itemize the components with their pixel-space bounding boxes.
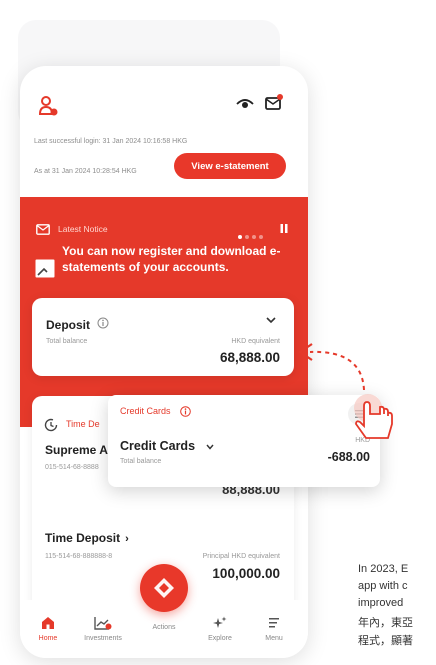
carousel-dot[interactable] (252, 235, 256, 239)
chevron-down-icon[interactable] (266, 316, 276, 324)
principal-label: Principal HKD equivalent (202, 553, 280, 560)
nav-label: Actions (152, 624, 176, 631)
carousel-dot[interactable] (238, 235, 242, 239)
side-text-line-zh: 程式，顯著 (358, 634, 413, 647)
nav-label: Menu (265, 635, 283, 642)
side-text-line: app with c (358, 580, 408, 592)
menu-icon (269, 618, 279, 628)
time-deposit-title-text: Time Deposit (45, 531, 121, 545)
time-deposit-title[interactable]: Time Deposit › (45, 531, 129, 545)
info-icon[interactable] (180, 406, 191, 417)
hand-pointer-icon (354, 394, 393, 439)
deposit-title: Deposit (46, 318, 91, 332)
clock-icon (44, 418, 58, 432)
supreme-account-number: 015-514-68-8888 (45, 464, 99, 471)
credit-cards-total-label: Total balance (120, 458, 162, 465)
actions-button[interactable] (140, 564, 188, 612)
chevron-right-icon: › (125, 533, 129, 545)
notice-message: You can now register and download e-stat… (62, 244, 281, 274)
supreme-account-title: Supreme A (45, 443, 108, 457)
carousel-dots[interactable] (238, 226, 266, 244)
nav-label: Home (38, 635, 58, 642)
carousel-dot[interactable] (245, 235, 249, 239)
chart-icon (94, 617, 112, 630)
deposit-card[interactable]: Deposit Total balance HKD equivalent 68,… (32, 298, 294, 376)
nav-menu[interactable]: Menu (246, 616, 302, 642)
time-deposit-account: 115-514-68-888888-8 (45, 553, 113, 560)
credit-cards-tab[interactable]: Credit Cards (120, 406, 171, 416)
credit-cards-title: Credit Cards (120, 439, 196, 453)
top-bar (20, 66, 308, 126)
nav-explore[interactable]: Explore (192, 616, 248, 642)
home-icon (42, 617, 54, 629)
credit-cards-amount: -688.00 (327, 450, 370, 464)
document-download-icon (35, 259, 55, 278)
as-at-text: As at 31 Jan 2024 10:28:54 HKG (34, 168, 137, 175)
nav-home[interactable]: Home (20, 616, 76, 642)
nav-label: Explore (208, 635, 232, 642)
nav-investments[interactable]: Investments (75, 616, 131, 642)
latest-notice-label: Latest Notice (58, 224, 108, 234)
actions-icon (154, 578, 174, 598)
time-deposit-tab[interactable]: Time De (66, 419, 100, 429)
deposit-equiv-label: HKD equivalent (231, 338, 280, 345)
last-login-text: Last successful login: 31 Jan 2024 10:16… (34, 138, 188, 145)
eye-icon[interactable] (236, 96, 254, 112)
mail-outline-icon (36, 224, 50, 235)
sparkle-icon (213, 616, 227, 628)
deposit-amount: 68,888.00 (219, 350, 280, 365)
mail-icon[interactable] (264, 93, 284, 113)
side-text-line: In 2023, E (358, 563, 409, 575)
side-text-line: improved (358, 597, 404, 609)
deposit-total-label: Total balance (46, 338, 88, 345)
side-text-line-zh: 年內，東亞 (358, 616, 413, 629)
view-estatement-button[interactable]: View e-statement (174, 153, 286, 179)
time-deposit-amount: 100,000.00 (212, 566, 280, 581)
nav-label: Investments (84, 635, 122, 642)
phone-screen: Last successful login: 31 Jan 2024 10:16… (20, 66, 308, 658)
carousel-dot[interactable] (259, 235, 263, 239)
chevron-down-icon[interactable] (206, 444, 214, 450)
user-icon[interactable] (38, 94, 60, 118)
credit-cards-popup[interactable]: Credit Cards Credit Cards Total balance … (108, 395, 380, 487)
pause-icon[interactable] (280, 224, 288, 233)
info-icon[interactable] (97, 317, 109, 329)
